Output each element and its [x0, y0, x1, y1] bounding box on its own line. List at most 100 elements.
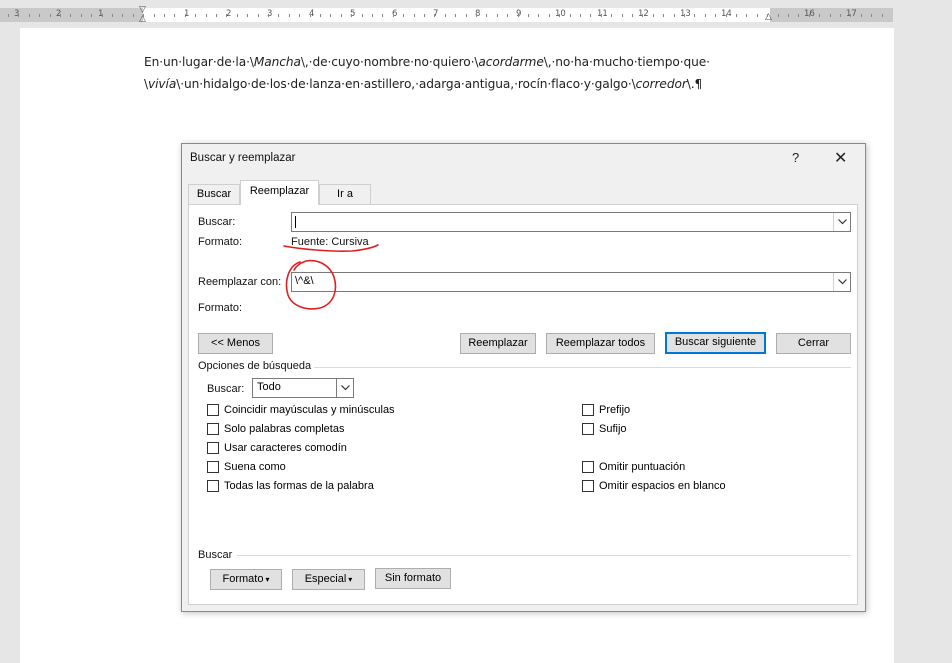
ignore-punctuation-checkbox[interactable]: Omitir puntuación [582, 461, 685, 473]
group-divider [237, 555, 851, 556]
checkbox-box[interactable] [582, 461, 594, 473]
checkbox-box[interactable] [207, 480, 219, 492]
ruler-tick [861, 14, 862, 17]
close-button[interactable]: Cerrar [776, 333, 851, 354]
ruler-tick [788, 14, 789, 17]
ruler-number: 17 [846, 9, 857, 19]
ruler-tick [674, 14, 675, 17]
ruler-tick [382, 14, 383, 17]
ruler-tick [653, 14, 654, 17]
ruler-tick [850, 14, 851, 17]
replace-label: Reemplazar con: [198, 276, 282, 288]
ruler-tick [195, 14, 196, 17]
ruler-tick [580, 14, 581, 17]
ruler-tick [91, 14, 92, 17]
replace-all-button[interactable]: Reemplazar todos [546, 333, 655, 354]
format-button[interactable]: Formato ▾ [210, 569, 282, 590]
whole-words-checkbox[interactable]: Solo palabras completas [207, 423, 344, 435]
tab-goto[interactable]: Ir a [319, 184, 371, 204]
ruler-tick [746, 14, 747, 17]
bottom-group-title: Buscar [198, 549, 233, 561]
ruler-tick [351, 14, 352, 17]
replace-button[interactable]: Reemplazar [460, 333, 536, 354]
ruler-tick [570, 14, 571, 17]
ruler-tick [684, 14, 685, 17]
ruler-tick [154, 14, 155, 17]
ruler-tick [164, 14, 165, 17]
help-button[interactable]: ? [792, 150, 799, 165]
less-button[interactable]: << Menos [198, 333, 273, 354]
ruler-tick [341, 14, 342, 17]
ruler-tick [642, 14, 643, 17]
ruler-tick [310, 14, 311, 17]
ruler-tick [29, 14, 30, 17]
ruler-tick [486, 14, 487, 17]
ruler-tick [424, 14, 425, 17]
ruler-tick [330, 14, 331, 17]
ruler-tick [518, 14, 519, 17]
tab-replace[interactable]: Reemplazar [240, 180, 319, 205]
chevron-down-icon [341, 385, 350, 391]
replace-tab-panel: Buscar: Formato: Fuente: Cursiva Reempla… [188, 204, 858, 605]
ruler-tick [705, 14, 706, 17]
ruler-tick [726, 14, 727, 17]
ruler-tick [60, 14, 61, 17]
replace-history-dropdown[interactable] [833, 273, 850, 291]
word-forms-checkbox[interactable]: Todas las formas de la palabra [207, 480, 374, 492]
checkbox-box[interactable] [207, 404, 219, 416]
close-icon[interactable]: ✕ [834, 148, 847, 168]
special-button[interactable]: Especial ▾ [292, 569, 365, 590]
tab-find[interactable]: Buscar [188, 184, 240, 204]
no-formatting-button[interactable]: Sin formato [375, 568, 451, 589]
suffix-checkbox[interactable]: Sufijo [582, 423, 627, 435]
ruler-tick [133, 14, 134, 17]
ruler-tick [39, 14, 40, 17]
text-caret [295, 216, 296, 228]
ruler-tick [528, 14, 529, 17]
ruler-tick [403, 14, 404, 17]
ruler-tick [736, 14, 737, 17]
ruler-tick [372, 14, 373, 17]
ignore-whitespace-checkbox[interactable]: Omitir espacios en blanco [582, 480, 726, 492]
horizontal-ruler[interactable]: 3 2 1 1 2 3 4 5 6 7 8 9 10 11 12 13 14 1… [0, 5, 893, 24]
ruler-tick [247, 14, 248, 17]
chevron-down-icon [838, 279, 847, 285]
replace-input-value: \^&\ [295, 275, 314, 287]
ruler-tick [8, 14, 9, 17]
ruler-number: 10 [555, 9, 566, 19]
ruler-tick [466, 14, 467, 17]
dropdown-arrow-icon: ▾ [265, 575, 270, 584]
replace-input[interactable]: \^&\ [291, 272, 851, 292]
ruler-tick [268, 14, 269, 17]
ruler-tick [362, 14, 363, 17]
match-case-checkbox[interactable]: Coincidir mayúsculas y minúsculas [207, 404, 395, 416]
ruler-tick [414, 14, 415, 17]
ruler-tick [476, 14, 477, 17]
find-input[interactable] [291, 212, 851, 232]
ruler-tick [611, 14, 612, 17]
ruler-number: 11 [597, 9, 608, 19]
ruler-tick [258, 14, 259, 17]
ruler-tick [81, 14, 82, 17]
checkbox-box[interactable] [582, 404, 594, 416]
ruler-tick [289, 14, 290, 17]
checkbox-box[interactable] [582, 423, 594, 435]
wildcards-checkbox[interactable]: Usar caracteres comodín [207, 442, 347, 454]
ruler-tick [809, 14, 810, 17]
checkbox-box[interactable] [207, 442, 219, 454]
document-paragraph[interactable]: En·un·lugar·de·la·\Mancha\,·de·cuyo·nomb… [144, 51, 710, 95]
search-direction-select[interactable]: Todo [252, 378, 354, 398]
ruler-tick [393, 14, 394, 17]
find-next-button[interactable]: Buscar siguiente [665, 332, 766, 354]
find-replace-dialog: Buscar y reemplazar ? ✕ Buscar Reemplaza… [181, 143, 866, 612]
search-direction-dropdown[interactable] [336, 379, 353, 397]
ruler-tick [694, 14, 695, 17]
ruler-tick [601, 14, 602, 17]
checkbox-box[interactable] [582, 480, 594, 492]
checkbox-box[interactable] [207, 423, 219, 435]
ruler-tick [798, 14, 799, 17]
sounds-like-checkbox[interactable]: Suena como [207, 461, 286, 473]
find-history-dropdown[interactable] [833, 213, 850, 231]
checkbox-box[interactable] [207, 461, 219, 473]
prefix-checkbox[interactable]: Prefijo [582, 404, 630, 416]
